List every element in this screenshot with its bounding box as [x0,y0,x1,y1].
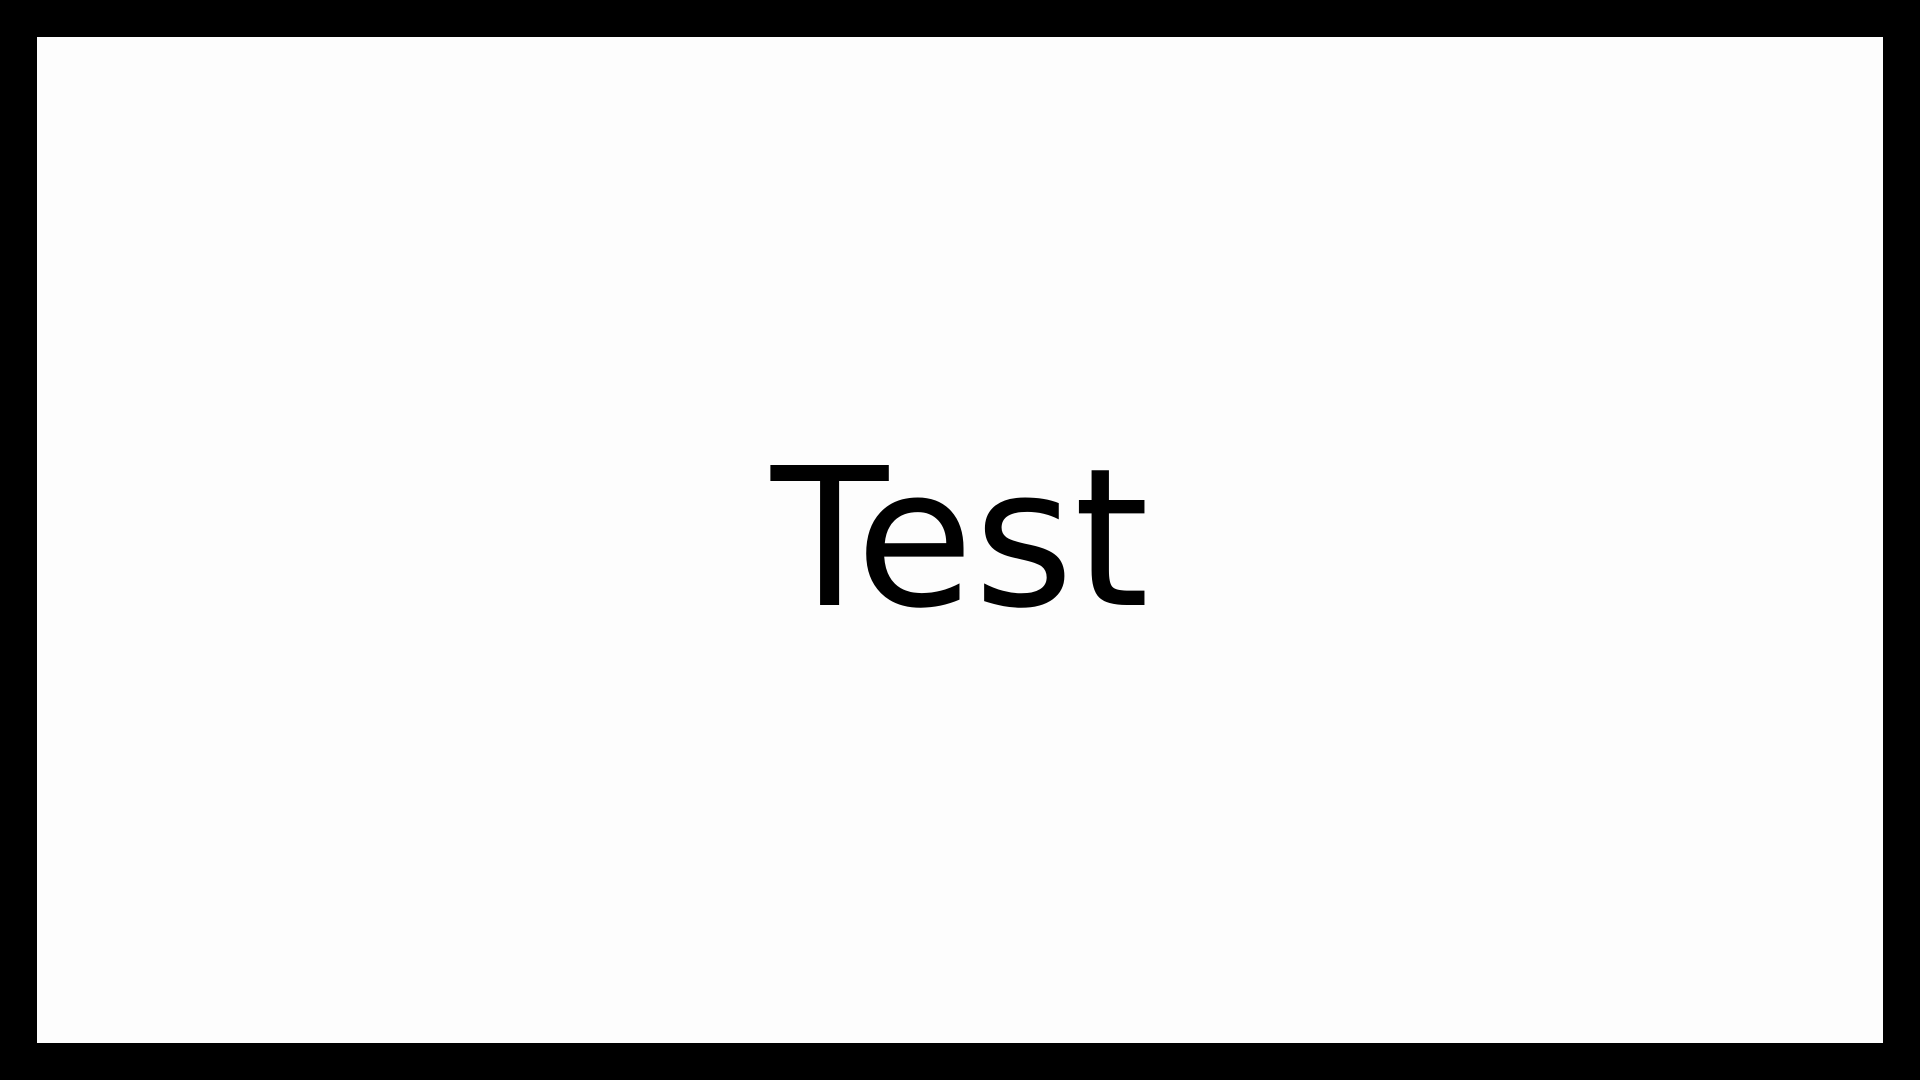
display-canvas: Test [37,37,1883,1043]
center-text: Test [770,428,1150,651]
screen-frame: Test [0,0,1920,1080]
